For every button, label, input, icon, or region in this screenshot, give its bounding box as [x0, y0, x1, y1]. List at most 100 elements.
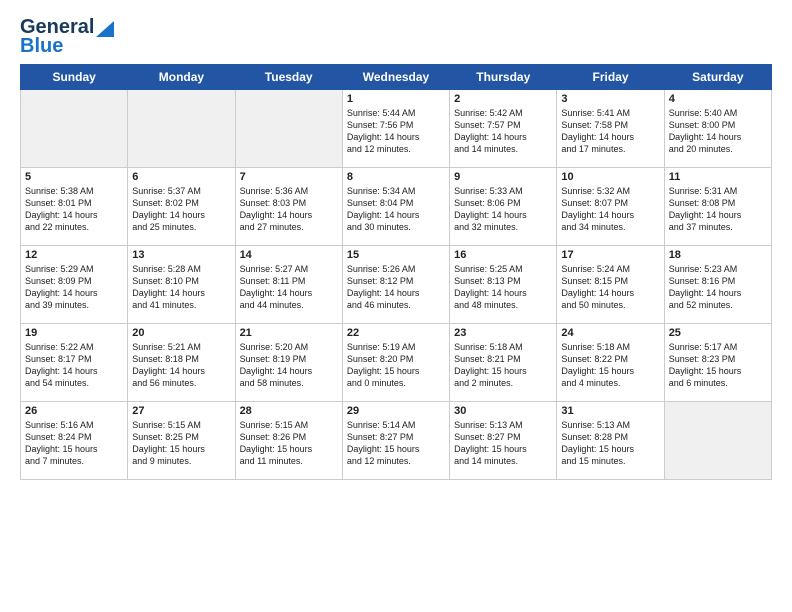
- col-header-sunday: Sunday: [21, 65, 128, 90]
- day-info: Sunrise: 5:27 AM Sunset: 8:11 PM Dayligh…: [240, 263, 338, 312]
- calendar-cell: 25 Sunrise: 5:17 AM Sunset: 8:23 PM Dayli…: [664, 324, 771, 402]
- day-number: 15: [347, 249, 445, 261]
- day-info: Sunrise: 5:41 AM Sunset: 7:58 PM Dayligh…: [561, 107, 659, 156]
- calendar-cell: 24 Sunrise: 5:18 AM Sunset: 8:22 PM Dayli…: [557, 324, 664, 402]
- calendar-cell: 20 Sunrise: 5:21 AM Sunset: 8:18 PM Dayli…: [128, 324, 235, 402]
- header-row: SundayMondayTuesdayWednesdayThursdayFrid…: [21, 65, 772, 90]
- calendar-cell: [235, 90, 342, 168]
- day-number: 9: [454, 171, 552, 183]
- day-number: 8: [347, 171, 445, 183]
- day-number: 20: [132, 327, 230, 339]
- day-info: Sunrise: 5:37 AM Sunset: 8:02 PM Dayligh…: [132, 185, 230, 234]
- day-info: Sunrise: 5:32 AM Sunset: 8:07 PM Dayligh…: [561, 185, 659, 234]
- day-info: Sunrise: 5:13 AM Sunset: 8:28 PM Dayligh…: [561, 419, 659, 468]
- day-number: 11: [669, 171, 767, 183]
- logo-blue: Blue: [20, 35, 63, 58]
- day-number: 24: [561, 327, 659, 339]
- day-info: Sunrise: 5:44 AM Sunset: 7:56 PM Dayligh…: [347, 107, 445, 156]
- calendar-cell: 15Sunrise: 5:26 AM Sunset: 8:12 PM Dayli…: [342, 246, 449, 324]
- day-info: Sunrise: 5:22 AM Sunset: 8:17 PM Dayligh…: [25, 341, 123, 390]
- calendar-cell: 18 Sunrise: 5:23 AM Sunset: 8:16 PM Dayli…: [664, 246, 771, 324]
- col-header-monday: Monday: [128, 65, 235, 90]
- col-header-saturday: Saturday: [664, 65, 771, 90]
- calendar-cell: 31 Sunrise: 5:13 AM Sunset: 8:28 PM Dayli…: [557, 402, 664, 480]
- day-info: Sunrise: 5:28 AM Sunset: 8:10 PM Dayligh…: [132, 263, 230, 312]
- calendar-cell: 30 Sunrise: 5:13 AM Sunset: 8:27 PM Dayli…: [450, 402, 557, 480]
- day-info: Sunrise: 5:19 AM Sunset: 8:20 PM Dayligh…: [347, 341, 445, 390]
- calendar-cell: 2Sunrise: 5:42 AM Sunset: 7:57 PM Daylig…: [450, 90, 557, 168]
- calendar-cell: 14 Sunrise: 5:27 AM Sunset: 8:11 PM Dayli…: [235, 246, 342, 324]
- day-number: 12: [25, 249, 123, 261]
- day-info: Sunrise: 5:18 AM Sunset: 8:21 PM Dayligh…: [454, 341, 552, 390]
- day-number: 19: [25, 327, 123, 339]
- day-info: Sunrise: 5:17 AM Sunset: 8:23 PM Dayligh…: [669, 341, 767, 390]
- day-info: Sunrise: 5:40 AM Sunset: 8:00 PM Dayligh…: [669, 107, 767, 156]
- day-info: Sunrise: 5:29 AM Sunset: 8:09 PM Dayligh…: [25, 263, 123, 312]
- day-info: Sunrise: 5:16 AM Sunset: 8:24 PM Dayligh…: [25, 419, 123, 468]
- calendar-cell: 11 Sunrise: 5:31 AM Sunset: 8:08 PM Dayli…: [664, 168, 771, 246]
- calendar-cell: 6 Sunrise: 5:37 AM Sunset: 8:02 PM Daylig…: [128, 168, 235, 246]
- day-number: 5: [25, 171, 123, 183]
- day-number: 14: [240, 249, 338, 261]
- day-info: Sunrise: 5:20 AM Sunset: 8:19 PM Dayligh…: [240, 341, 338, 390]
- calendar-cell: 10 Sunrise: 5:32 AM Sunset: 8:07 PM Dayli…: [557, 168, 664, 246]
- col-header-friday: Friday: [557, 65, 664, 90]
- calendar-cell: 21 Sunrise: 5:20 AM Sunset: 8:19 PM Dayli…: [235, 324, 342, 402]
- day-number: 3: [561, 93, 659, 105]
- week-row-1: 1 Sunrise: 5:44 AM Sunset: 7:56 PM Daylig…: [21, 90, 772, 168]
- calendar-cell: 12 Sunrise: 5:29 AM Sunset: 8:09 PM Dayli…: [21, 246, 128, 324]
- day-number: 27: [132, 405, 230, 417]
- day-info: Sunrise: 5:36 AM Sunset: 8:03 PM Dayligh…: [240, 185, 338, 234]
- calendar-cell: 28 Sunrise: 5:15 AM Sunset: 8:26 PM Dayli…: [235, 402, 342, 480]
- day-info: Sunrise: 5:34 AM Sunset: 8:04 PM Dayligh…: [347, 185, 445, 234]
- calendar-cell: [128, 90, 235, 168]
- calendar-cell: 1 Sunrise: 5:44 AM Sunset: 7:56 PM Daylig…: [342, 90, 449, 168]
- day-number: 26: [25, 405, 123, 417]
- day-info: Sunrise: 5:15 AM Sunset: 8:26 PM Dayligh…: [240, 419, 338, 468]
- calendar-cell: 26 Sunrise: 5:16 AM Sunset: 8:24 PM Dayli…: [21, 402, 128, 480]
- day-info: Sunrise: 5:15 AM Sunset: 8:25 PM Dayligh…: [132, 419, 230, 468]
- col-header-wednesday: Wednesday: [342, 65, 449, 90]
- day-number: 7: [240, 171, 338, 183]
- week-row-2: 5Sunrise: 5:38 AM Sunset: 8:01 PM Daylig…: [21, 168, 772, 246]
- logo: General Blue: [20, 16, 114, 58]
- page: General Blue SundayMondayTuesdayWednesda…: [0, 0, 792, 612]
- calendar-table: SundayMondayTuesdayWednesdayThursdayFrid…: [20, 64, 772, 480]
- day-info: Sunrise: 5:33 AM Sunset: 8:06 PM Dayligh…: [454, 185, 552, 234]
- day-number: 28: [240, 405, 338, 417]
- day-number: 6: [132, 171, 230, 183]
- day-number: 4: [669, 93, 767, 105]
- day-info: Sunrise: 5:13 AM Sunset: 8:27 PM Dayligh…: [454, 419, 552, 468]
- calendar-cell: 5Sunrise: 5:38 AM Sunset: 8:01 PM Daylig…: [21, 168, 128, 246]
- week-row-3: 12 Sunrise: 5:29 AM Sunset: 8:09 PM Dayli…: [21, 246, 772, 324]
- day-info: Sunrise: 5:21 AM Sunset: 8:18 PM Dayligh…: [132, 341, 230, 390]
- day-number: 17: [561, 249, 659, 261]
- day-number: 13: [132, 249, 230, 261]
- day-number: 10: [561, 171, 659, 183]
- day-info: Sunrise: 5:18 AM Sunset: 8:22 PM Dayligh…: [561, 341, 659, 390]
- day-info: Sunrise: 5:31 AM Sunset: 8:08 PM Dayligh…: [669, 185, 767, 234]
- day-number: 29: [347, 405, 445, 417]
- day-number: 25: [669, 327, 767, 339]
- calendar-cell: 8 Sunrise: 5:34 AM Sunset: 8:04 PM Daylig…: [342, 168, 449, 246]
- header: General Blue: [20, 16, 772, 58]
- calendar-cell: 4 Sunrise: 5:40 AM Sunset: 8:00 PM Daylig…: [664, 90, 771, 168]
- col-header-thursday: Thursday: [450, 65, 557, 90]
- calendar-cell: 22 Sunrise: 5:19 AM Sunset: 8:20 PM Dayli…: [342, 324, 449, 402]
- day-info: Sunrise: 5:23 AM Sunset: 8:16 PM Dayligh…: [669, 263, 767, 312]
- calendar-cell: [21, 90, 128, 168]
- day-number: 16: [454, 249, 552, 261]
- day-number: 30: [454, 405, 552, 417]
- calendar-cell: 19 Sunrise: 5:22 AM Sunset: 8:17 PM Dayli…: [21, 324, 128, 402]
- calendar-cell: 16Sunrise: 5:25 AM Sunset: 8:13 PM Dayli…: [450, 246, 557, 324]
- calendar-cell: 9 Sunrise: 5:33 AM Sunset: 8:06 PM Daylig…: [450, 168, 557, 246]
- day-number: 1: [347, 93, 445, 105]
- calendar-cell: 13 Sunrise: 5:28 AM Sunset: 8:10 PM Dayli…: [128, 246, 235, 324]
- calendar-cell: 17Sunrise: 5:24 AM Sunset: 8:15 PM Dayli…: [557, 246, 664, 324]
- calendar-cell: [664, 402, 771, 480]
- day-number: 31: [561, 405, 659, 417]
- day-number: 18: [669, 249, 767, 261]
- calendar-cell: 3 Sunrise: 5:41 AM Sunset: 7:58 PM Daylig…: [557, 90, 664, 168]
- day-number: 21: [240, 327, 338, 339]
- day-number: 22: [347, 327, 445, 339]
